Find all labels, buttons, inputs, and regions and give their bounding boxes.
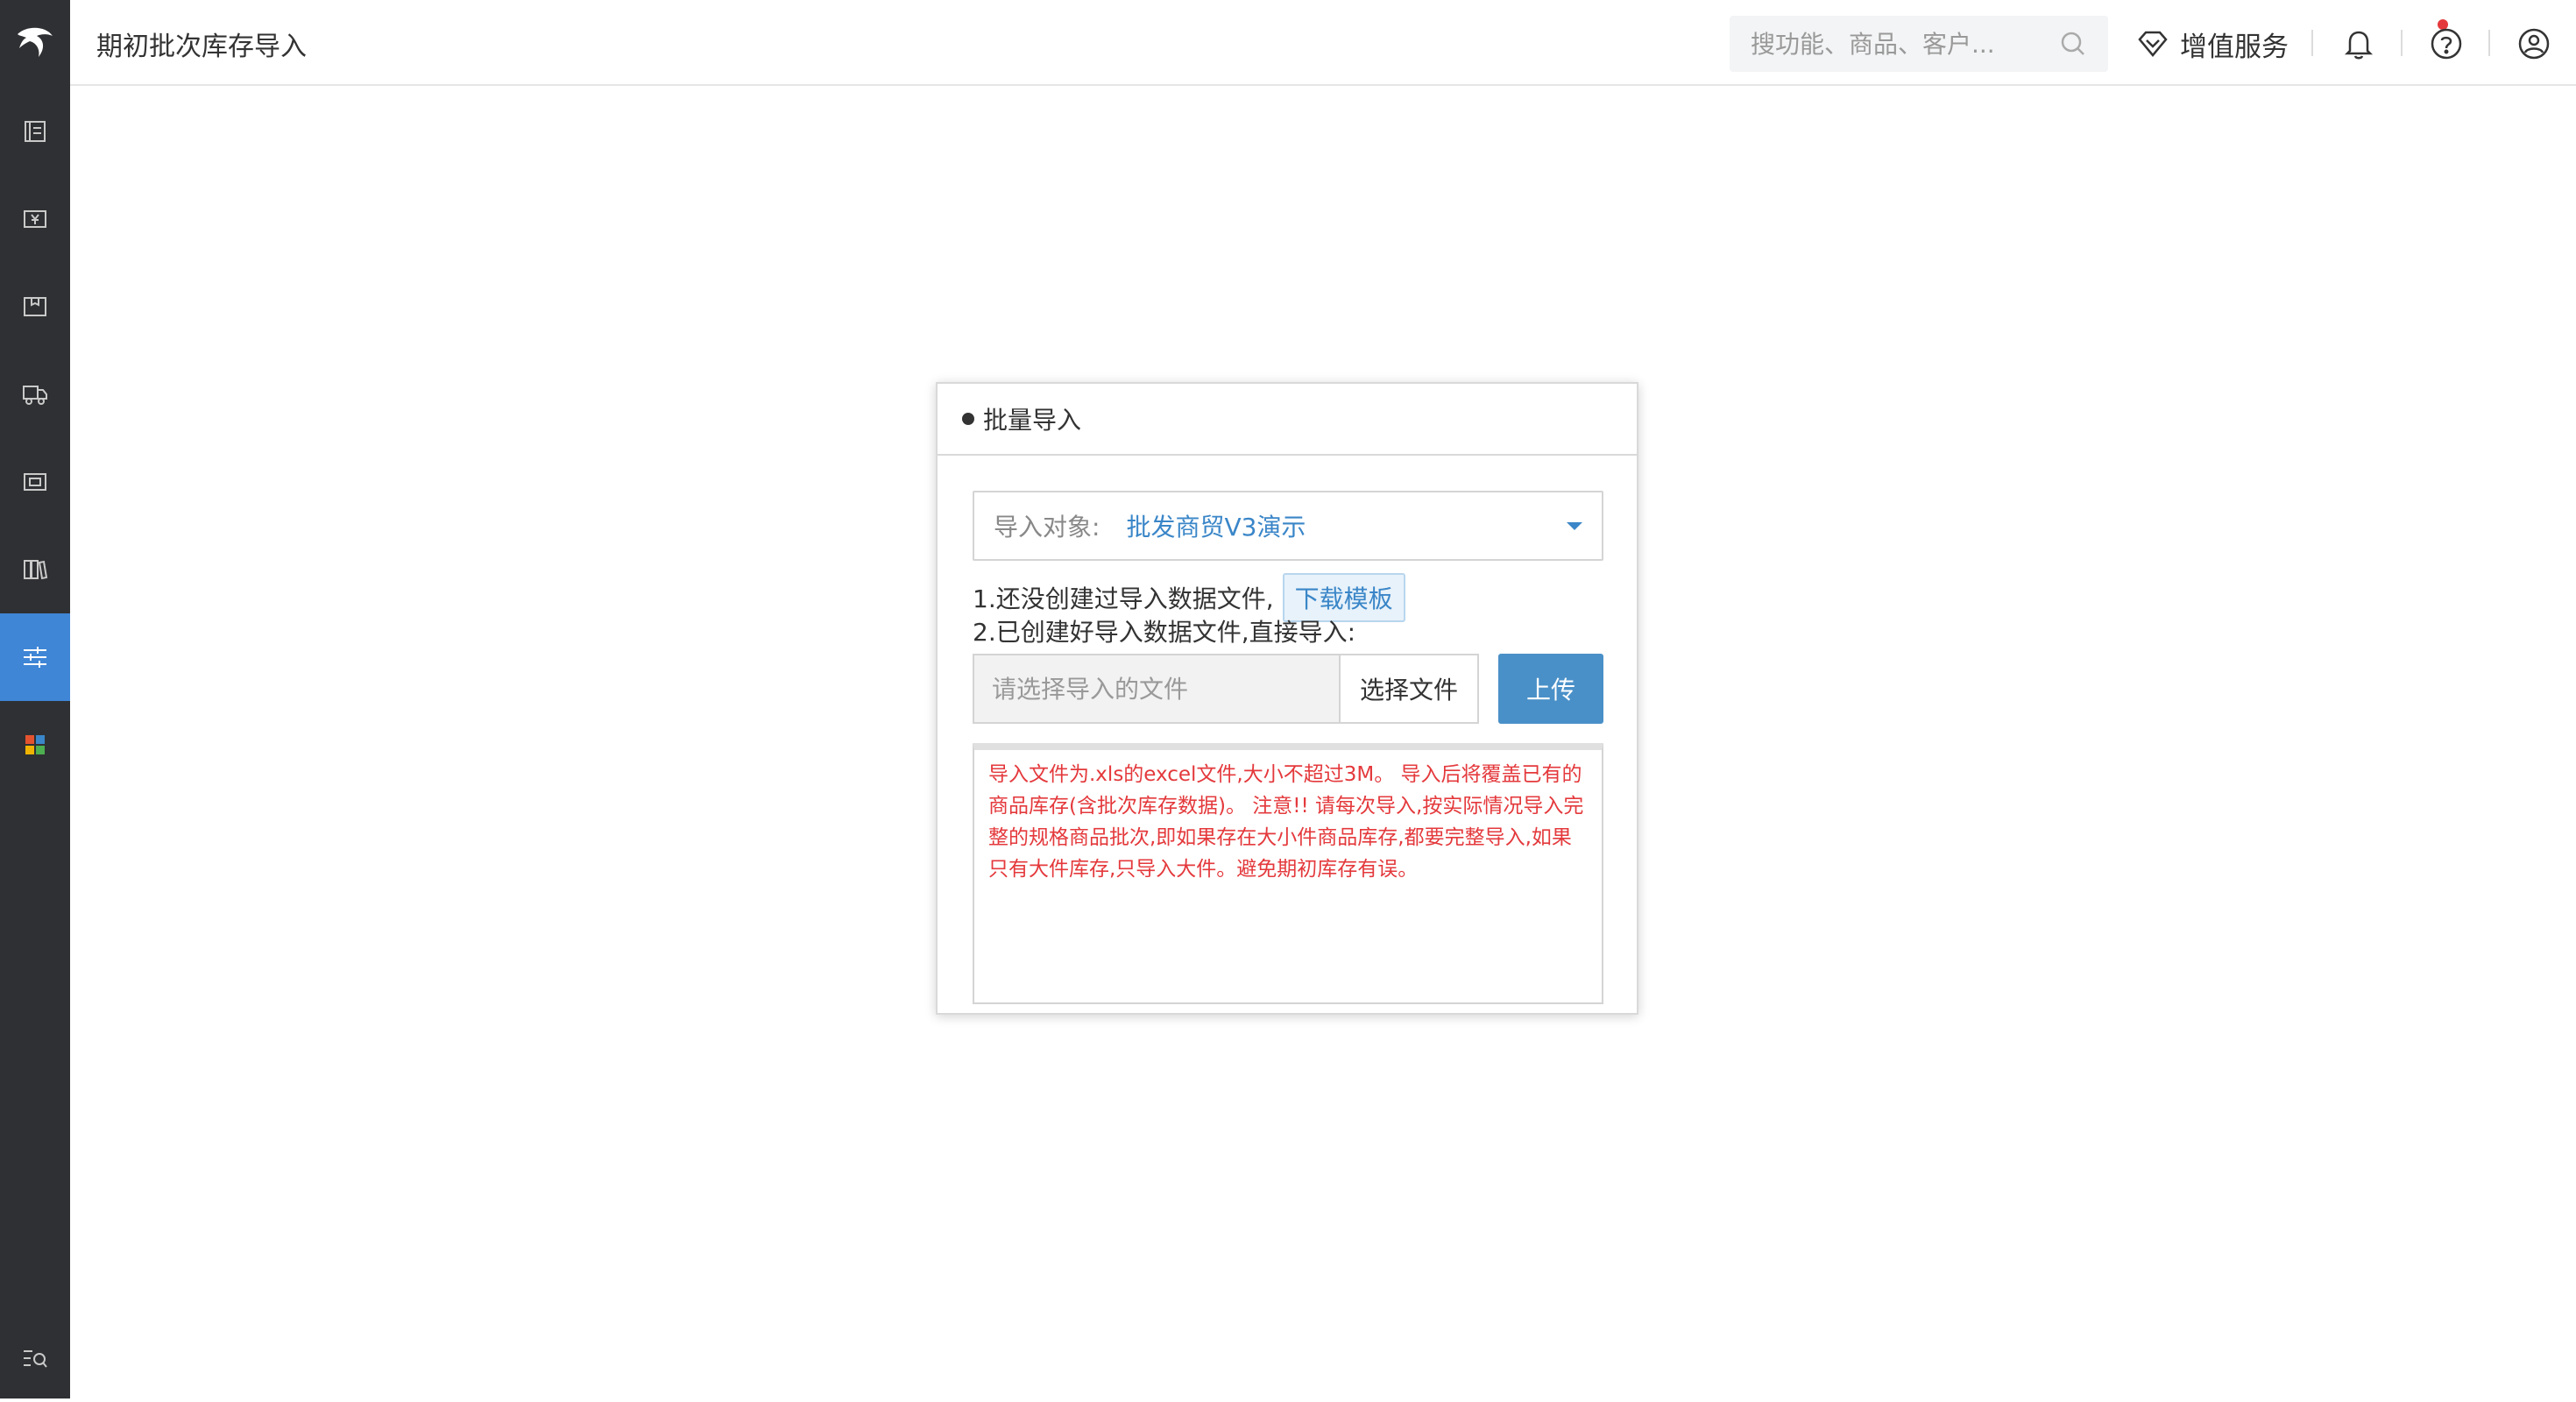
- ledger-icon: [25, 121, 46, 142]
- download-template-button[interactable]: 下载模板: [1282, 573, 1405, 622]
- user-account-icon[interactable]: [2515, 25, 2553, 63]
- bell-icon[interactable]: [2339, 25, 2378, 63]
- upload-button[interactable]: 上传: [1498, 654, 1603, 724]
- step2-text: 2.已创建好导入数据文件,直接导入:: [973, 618, 1356, 647]
- import-target-label: 导入对象:: [994, 513, 1100, 542]
- top-header: 期初批次库存导入 增值服务: [70, 0, 2576, 86]
- books-icon: [24, 560, 48, 580]
- panel-title: 批量导入: [983, 406, 1082, 435]
- truck-icon: [23, 386, 47, 405]
- sidebar-item-apps[interactable]: [0, 701, 70, 789]
- header-divider: [2401, 30, 2403, 56]
- search-input[interactable]: [1751, 29, 2049, 59]
- file-upload-row: 选择文件 上传: [973, 654, 1603, 724]
- cash-icon: [24, 210, 46, 228]
- chevron-down-icon: [1567, 522, 1582, 530]
- sidebar-item-truck[interactable]: [0, 350, 70, 438]
- step1-text: 1.还没创建过导入数据文件,: [973, 584, 1274, 613]
- import-notice: 导入文件为.xls的excel文件,大小不超过3M。 导入后将覆盖已有的商品库存…: [973, 743, 1603, 1004]
- sidebar-item-cash[interactable]: [0, 175, 70, 263]
- choose-file-button[interactable]: 选择文件: [1339, 654, 1479, 724]
- panel-body: 导入对象: 批发商贸V3演示 1.还没创建过导入数据文件, 下载模板 2.已创建…: [973, 491, 1603, 1004]
- header-divider: [2311, 30, 2313, 56]
- import-target-select[interactable]: 导入对象: 批发商贸V3演示: [973, 491, 1603, 561]
- sidebar-item-ledger[interactable]: [0, 88, 70, 175]
- global-search[interactable]: [1730, 16, 2108, 72]
- sliders-icon: [24, 647, 46, 668]
- page-title: 期初批次库存导入: [96, 32, 307, 62]
- sidebar-item-package[interactable]: [0, 263, 70, 350]
- sidebar-item-books[interactable]: [0, 526, 70, 613]
- value-added-services-button[interactable]: 增值服务: [2134, 19, 2289, 68]
- file-path-input[interactable]: [973, 654, 1339, 724]
- value-added-services-label: 增值服务: [2180, 31, 2289, 63]
- search-icon[interactable]: [2057, 28, 2089, 60]
- sidebar-search-menu[interactable]: [0, 1314, 70, 1402]
- apps-grid-icon: [25, 735, 45, 754]
- step1-row: 1.还没创建过导入数据文件, 下载模板: [973, 573, 1603, 622]
- invoice-icon: [24, 473, 46, 491]
- package-icon: [24, 297, 46, 316]
- sidebar-item-settings[interactable]: [0, 613, 70, 701]
- panel-header: 批量导入: [938, 384, 1637, 456]
- import-target-value: 批发商贸V3演示: [1126, 513, 1306, 542]
- logo-icon: [18, 27, 53, 57]
- diamond-icon: [2138, 31, 2168, 57]
- search-menu-icon: [24, 1350, 47, 1368]
- logo[interactable]: [0, 0, 70, 86]
- header-divider: [2488, 30, 2490, 56]
- sidebar: [0, 0, 70, 1398]
- sidebar-item-invoice[interactable]: [0, 438, 70, 526]
- bullet-dot: [962, 413, 974, 425]
- batch-import-panel: 批量导入 导入对象: 批发商贸V3演示 1.还没创建过导入数据文件, 下载模板 …: [936, 382, 1638, 1015]
- help-icon[interactable]: [2427, 25, 2466, 63]
